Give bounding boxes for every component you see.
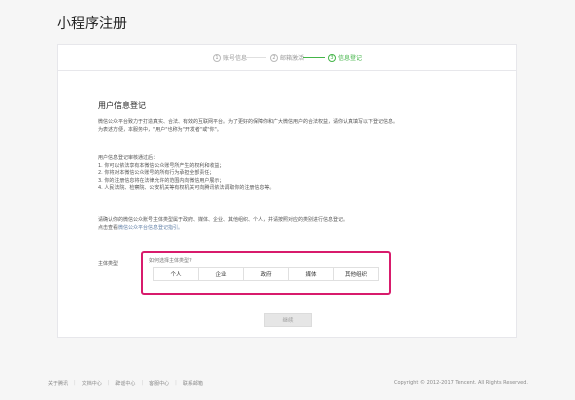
registration-guide-link[interactable]: 微信公众平台信息登记指引。 [118,225,183,231]
rules-title: 用户信息登记审核通过后： [98,155,159,161]
step-info-registration: 3 信息登记 [328,53,362,62]
step-email-activation: 2 邮箱激活 [270,53,304,62]
subject-option-media[interactable]: 媒体 [289,268,334,280]
registration-card: 1 账号信息 2 邮箱激活 3 信息登记 用户信息登记 微信公众平台致力于打造真… [57,44,517,338]
step-indicator: 1 账号信息 2 邮箱激活 3 信息登记 [58,45,516,71]
step-label: 信息登记 [338,55,363,62]
subject-type-help-link[interactable]: 如何选择主体类型? [149,257,192,264]
guide-line: 点击查看微信公众平台信息登记指引。 [98,225,490,233]
footer-divider: | [74,380,76,386]
intro-line: 微信公众平台致力于打造真实、合法、有效的互联网平台。为了更好的保障你和广大微信用… [98,119,399,125]
continue-button[interactable]: 继续 [264,313,312,327]
page-title: 小程序注册 [57,16,127,32]
step-label: 邮箱激活 [280,55,305,62]
subject-option-government[interactable]: 政府 [244,268,289,280]
subject-option-individual[interactable]: 个人 [154,268,199,280]
copyright: Copyright © 2012-2017 Tencent. All Right… [393,380,528,386]
subject-type-selector: 如何选择主体类型? 个人 企业 政府 媒体 其他组织 [141,251,391,295]
rule-item: 1. 你可以依法享有本微信公众账号所产生的权利和收益； [98,162,225,169]
confirm-paragraph: 请确认你的微信公众账号主体类型属于政府、媒体、企业、其他组织、个人，并请按照对应… [98,217,490,232]
footer-link-email[interactable]: 联系邮箱 [183,380,203,387]
footer-divider: | [107,380,110,386]
footer-link-rumor[interactable]: 辟谣中心 [115,380,135,387]
subject-option-enterprise[interactable]: 企业 [199,268,244,280]
rule-item: 3. 你的注册信息将在法律允许的范围内向微信用户展示； [98,177,225,184]
section-title: 用户信息登记 [98,101,146,110]
intro-paragraph: 微信公众平台致力于打造真实、合法、有效的互联网平台。为了更好的保障你和广大微信用… [98,119,490,134]
intro-line: 为表述方便，本服务中，"用户"也称为"开发者"或"你"。 [98,126,222,133]
step-number: 2 [270,53,278,62]
footer-link-docs[interactable]: 文档中心 [82,380,102,387]
step-connector [244,57,266,58]
step-account-info: 1 账号信息 [213,53,247,62]
footer-link-support[interactable]: 客服中心 [149,380,169,387]
subject-type-options: 个人 企业 政府 媒体 其他组织 [153,267,379,281]
footer-divider: | [175,380,177,386]
rule-item: 4. 人民法院、检察院、公安机关等有权机关可向腾讯依法调取你的注册信息等。 [98,185,275,191]
step-number: 3 [328,53,336,62]
step-number: 1 [213,53,221,62]
rule-item: 2. 你将对本微信公众账号的所有行为承担全部责任； [98,170,215,176]
subject-type-label: 主体类型 [98,261,119,267]
guide-prefix: 点击查看 [98,224,119,231]
step-connector [303,57,325,58]
footer-divider: | [141,380,144,386]
footer-link-about[interactable]: 关于腾讯 [48,380,68,387]
registration-rules: 用户信息登记审核通过后： 1. 你可以依法享有本微信公众账号所产生的权利和收益；… [98,155,490,193]
footer-links: 关于腾讯 | 文档中心 | 辟谣中心 | 客服中心 | 联系邮箱 [48,380,209,387]
confirm-text: 请确认你的微信公众账号主体类型属于政府、媒体、企业、其他组织、个人，并请按照对应… [98,217,349,223]
subject-option-other-org[interactable]: 其他组织 [334,268,378,280]
